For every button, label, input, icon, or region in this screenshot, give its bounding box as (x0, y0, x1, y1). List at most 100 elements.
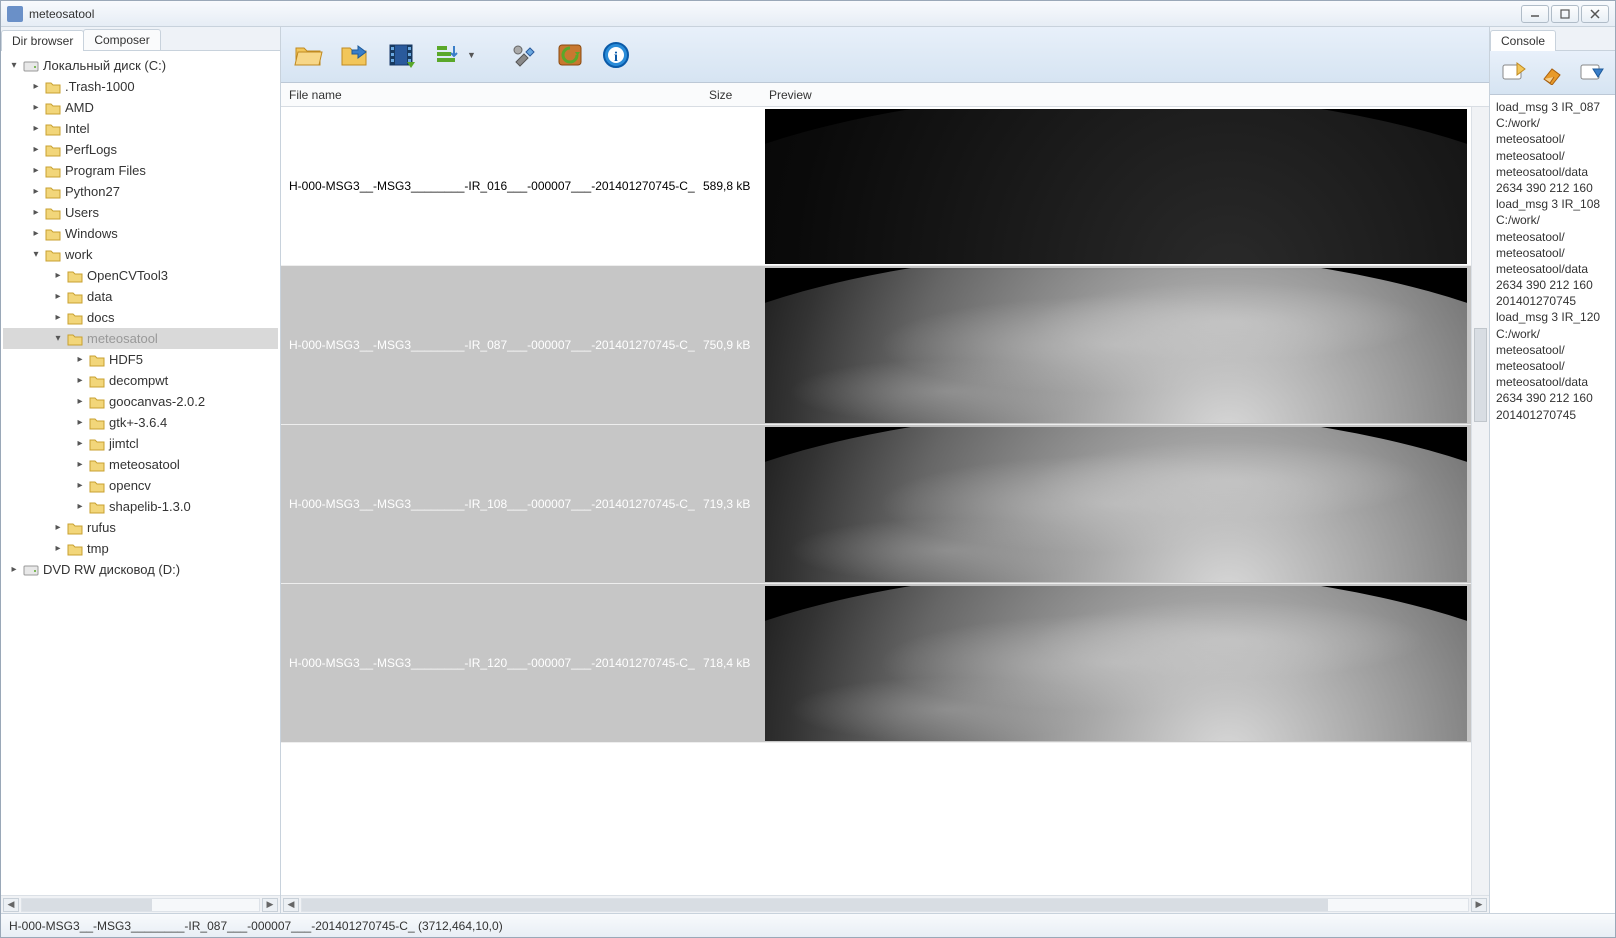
expander-icon[interactable]: ▸ (51, 543, 65, 554)
expander-icon[interactable]: ▾ (29, 249, 43, 260)
tree-item[interactable]: ▸docs (3, 307, 278, 328)
expander-icon[interactable]: ▸ (29, 186, 43, 197)
folder-icon (89, 458, 105, 472)
scroll-right-icon[interactable]: ▶ (262, 898, 278, 912)
console-run-button[interactable] (1498, 58, 1530, 88)
expander-icon[interactable]: ▸ (7, 564, 21, 575)
minimize-button[interactable] (1521, 5, 1549, 23)
expander-icon[interactable]: ▸ (73, 396, 87, 407)
file-row[interactable]: H-000-MSG3__-MSG3________-IR_087___-0000… (281, 266, 1471, 425)
tree-item[interactable]: ▸opencv (3, 475, 278, 496)
expander-icon[interactable]: ▾ (7, 60, 21, 71)
tree-item[interactable]: ▸ .Trash-1000 (3, 76, 278, 97)
folder-icon (89, 395, 105, 409)
tree-item-label: Python27 (65, 184, 120, 199)
expander-icon[interactable]: ▸ (29, 102, 43, 113)
file-row[interactable]: H-000-MSG3__-MSG3________-IR_108___-0000… (281, 425, 1471, 584)
console-line: meteosatool/data (1496, 164, 1609, 180)
main-toolbar: ▼ i (281, 27, 1489, 83)
expander-icon[interactable]: ▸ (73, 375, 87, 386)
expander-icon[interactable]: ▸ (51, 312, 65, 323)
scroll-left-icon[interactable]: ◀ (3, 898, 19, 912)
col-filename[interactable]: File name (281, 84, 701, 106)
sort-button[interactable] (429, 37, 465, 73)
export-button[interactable] (337, 37, 373, 73)
file-size: 718,4 kB (701, 652, 761, 674)
expander-icon[interactable]: ▸ (73, 480, 87, 491)
col-preview[interactable]: Preview (761, 84, 1489, 106)
tree-item[interactable]: ▸goocanvas-2.0.2 (3, 391, 278, 412)
expander-icon[interactable]: ▸ (73, 459, 87, 470)
expander-icon[interactable]: ▸ (29, 144, 43, 155)
settings-button[interactable] (506, 37, 542, 73)
console-clear-button[interactable] (1537, 58, 1569, 88)
tree-item[interactable]: ▸jimtcl (3, 433, 278, 454)
info-button[interactable]: i (598, 37, 634, 73)
tab-dir-browser[interactable]: Dir browser (1, 30, 84, 51)
file-row[interactable]: H-000-MSG3__-MSG3________-IR_016___-0000… (281, 107, 1471, 266)
tab-console[interactable]: Console (1490, 30, 1556, 51)
tree-item[interactable]: ▸tmp (3, 538, 278, 559)
tree-hscrollbar[interactable]: ◀ ▶ (1, 895, 280, 913)
tree-item[interactable]: ▸Intel (3, 118, 278, 139)
expander-icon[interactable]: ▸ (29, 207, 43, 218)
tree-item[interactable]: ▸Program Files (3, 160, 278, 181)
tree-item[interactable]: ▸gtk+-3.6.4 (3, 412, 278, 433)
console-send-button[interactable] (1576, 58, 1608, 88)
tree-item-label: HDF5 (109, 352, 143, 367)
tree-item[interactable]: ▾work (3, 244, 278, 265)
dir-tree[interactable]: ▾Локальный диск (C:) ▸ .Trash-1000 ▸AMD▸Int… (1, 51, 280, 895)
file-list[interactable]: H-000-MSG3__-MSG3________-IR_016___-0000… (281, 107, 1471, 895)
tree-item[interactable]: ▸shapelib-1.3.0 (3, 496, 278, 517)
scroll-right-icon[interactable]: ▶ (1471, 898, 1487, 912)
tree-item[interactable]: ▸Windows (3, 223, 278, 244)
scroll-track[interactable] (301, 898, 1469, 912)
expander-icon[interactable]: ▸ (51, 291, 65, 302)
recycle-button[interactable] (552, 37, 588, 73)
expander-icon[interactable]: ▸ (51, 270, 65, 281)
maximize-button[interactable] (1551, 5, 1579, 23)
folder-icon (67, 290, 83, 304)
body: Dir browser Composer ▾Локальный диск (C:… (1, 27, 1615, 913)
tree-item[interactable]: ▾Локальный диск (C:) (3, 55, 278, 76)
tree-item[interactable]: ▸data (3, 286, 278, 307)
expander-icon[interactable]: ▸ (29, 123, 43, 134)
col-size[interactable]: Size (701, 84, 761, 106)
expander-icon[interactable]: ▸ (73, 354, 87, 365)
tree-item[interactable]: ▸AMD (3, 97, 278, 118)
open-folder-button[interactable] (291, 37, 327, 73)
tree-item[interactable]: ▸ DVD RW дисковод (D:) (3, 559, 278, 580)
expander-icon[interactable]: ▸ (51, 522, 65, 533)
tree-item[interactable]: ▸ Python27 (3, 181, 278, 202)
expander-icon[interactable]: ▸ (29, 228, 43, 239)
expander-icon[interactable]: ▾ (51, 333, 65, 344)
tab-composer[interactable]: Composer (83, 29, 160, 50)
tree-item[interactable]: ▾meteosatool (3, 328, 278, 349)
file-size: 589,8 kB (701, 175, 761, 197)
file-list-vscrollbar[interactable] (1471, 107, 1489, 895)
file-row[interactable]: H-000-MSG3__-MSG3________-IR_120___-0000… (281, 584, 1471, 743)
expander-icon[interactable]: ▸ (29, 81, 43, 92)
expander-icon[interactable]: ▸ (29, 165, 43, 176)
film-button[interactable] (383, 37, 419, 73)
tree-item-label: .Trash-1000 (65, 79, 135, 94)
tree-item[interactable]: ▸Users (3, 202, 278, 223)
tree-item[interactable]: ▸PerfLogs (3, 139, 278, 160)
tree-item[interactable]: ▸OpenCVTool3 (3, 265, 278, 286)
tree-item[interactable]: ▸ HDF5 (3, 349, 278, 370)
file-list-hscrollbar[interactable]: ◀ ▶ (281, 895, 1489, 913)
close-button[interactable] (1581, 5, 1609, 23)
console-line: meteosatool/ (1496, 358, 1609, 374)
file-name: H-000-MSG3__-MSG3________-IR_016___-0000… (281, 175, 701, 197)
console-line: 2634 390 212 160 (1496, 390, 1609, 406)
tree-item[interactable]: ▸rufus (3, 517, 278, 538)
expander-icon[interactable]: ▸ (73, 438, 87, 449)
tree-item[interactable]: ▸decompwt (3, 370, 278, 391)
expander-icon[interactable]: ▸ (73, 501, 87, 512)
expander-icon[interactable]: ▸ (73, 417, 87, 428)
sort-dropdown[interactable]: ▼ (429, 37, 476, 73)
scroll-track[interactable] (21, 898, 260, 912)
tree-item[interactable]: ▸meteosatool (3, 454, 278, 475)
scroll-left-icon[interactable]: ◀ (283, 898, 299, 912)
tree-item-label: DVD RW дисковод (D:) (43, 562, 180, 577)
